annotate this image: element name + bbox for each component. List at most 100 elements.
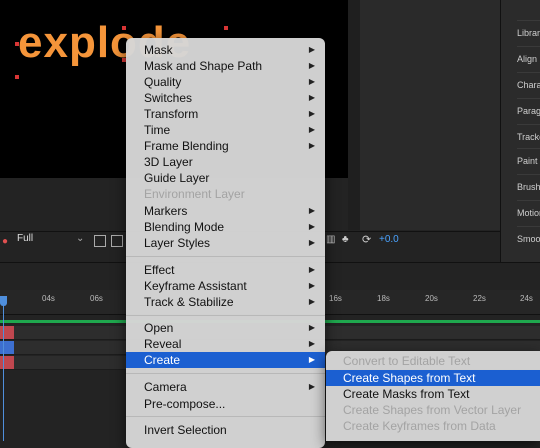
menu-item-label: Mask and Shape Path [144, 59, 263, 73]
selection-handle[interactable] [122, 26, 126, 30]
menu-separator [126, 373, 325, 374]
ruler-tick: 18s [377, 294, 390, 303]
menu-item-label: Guide Layer [144, 171, 210, 185]
menu-item-quality[interactable]: Quality ▶ [126, 74, 325, 90]
panel-smooth[interactable]: Smooth [517, 226, 540, 252]
viewer-scroll-gutter [348, 0, 360, 230]
menu-item-label: Layer Styles [144, 236, 211, 250]
color-channels-icon[interactable]: ● [2, 236, 8, 247]
menu-separator [126, 315, 325, 316]
submenu-arrow-icon: ▶ [308, 141, 315, 150]
menu-item-label: Frame Blending [144, 139, 229, 153]
submenu-arrow-icon: ▶ [308, 93, 315, 102]
submenu-arrow-icon: ▶ [308, 61, 315, 70]
transparency-grid-icon[interactable] [111, 235, 123, 247]
submenu-arrow-icon: ▶ [308, 355, 315, 364]
menu-item-label: Effect [144, 263, 175, 277]
menu-item-mask[interactable]: Mask ▶ [126, 42, 325, 58]
submenu-arrow-icon: ▶ [308, 297, 315, 306]
menu-item-reveal[interactable]: Reveal ▶ [126, 336, 325, 352]
menu-item-frame-blending[interactable]: Frame Blending ▶ [126, 138, 325, 154]
menu-item-label: Camera [144, 380, 187, 394]
ruler-tick: 20s [425, 294, 438, 303]
ruler-tick: 04s [42, 294, 55, 303]
menu-item-label: Track & Stabilize [144, 295, 234, 309]
menu-item-camera[interactable]: Camera ▶ [126, 379, 325, 395]
reset-exposure-icon[interactable]: ⟳ [362, 233, 371, 246]
submenu-item-label: Create Shapes from Vector Layer [343, 403, 522, 417]
menu-item-label: Time [144, 123, 171, 137]
submenu-item-create-shapes-from-vector-layer: Create Shapes from Vector Layer [326, 402, 540, 418]
menu-item-label: Reveal [144, 337, 182, 351]
comp-flowchart-icon[interactable]: ▥ [326, 234, 335, 245]
menu-item-effect[interactable]: Effect ▶ [126, 262, 325, 278]
submenu-item-create-masks-from-text[interactable]: Create Masks from Text [326, 386, 540, 402]
menu-item-time[interactable]: Time ▶ [126, 122, 325, 138]
menu-item-transform[interactable]: Transform ▶ [126, 106, 325, 122]
playhead-handle[interactable] [0, 296, 7, 306]
submenu-item-label: Create Keyframes from Data [343, 419, 496, 433]
submenu-arrow-icon: ▶ [308, 206, 315, 215]
menu-item-label: Blending Mode [144, 220, 225, 234]
menu-item-environment-layer: Environment Layer [126, 186, 325, 202]
panel-paint[interactable]: Paint [517, 148, 540, 174]
menu-item-keyframe-assistant[interactable]: Keyframe Assistant ▶ [126, 278, 325, 294]
submenu-arrow-icon: ▶ [308, 222, 315, 231]
selection-handle[interactable] [224, 26, 228, 30]
network-icon[interactable]: ♣ [342, 234, 349, 245]
menu-item-label: Markers [144, 204, 188, 218]
menu-item-invert-selection[interactable]: Invert Selection [126, 422, 325, 438]
panel-motion[interactable]: Motion [517, 200, 540, 226]
menu-separator [126, 256, 325, 257]
submenu-arrow-icon: ▶ [308, 323, 315, 332]
menu-item-layer-styles[interactable]: Layer Styles ▶ [126, 235, 325, 251]
menu-item-label: Keyframe Assistant [144, 279, 247, 293]
submenu-item-label: Create Shapes from Text [343, 371, 476, 385]
menu-item-guide-layer[interactable]: Guide Layer [126, 170, 325, 186]
submenu-item-convert-to-editable-text: Convert to Editable Text [326, 353, 540, 369]
playhead[interactable] [3, 296, 4, 441]
submenu-item-create-shapes-from-text[interactable]: Create Shapes from Text [326, 370, 540, 386]
menu-item-label: 3D Layer [144, 155, 193, 169]
menu-item-switches[interactable]: Switches ▶ [126, 90, 325, 106]
submenu-arrow-icon: ▶ [308, 339, 315, 348]
menu-item-create[interactable]: Create ▶ [126, 352, 325, 368]
menu-item-mask-and-shape-path[interactable]: Mask and Shape Path ▶ [126, 58, 325, 74]
menu-item-label: Mask [144, 43, 173, 57]
menu-item-markers[interactable]: Markers ▶ [126, 203, 325, 219]
ruler-tick: 16s [329, 294, 342, 303]
submenu-item-label: Convert to Editable Text [343, 354, 471, 368]
submenu-arrow-icon: ▶ [308, 45, 315, 54]
submenu-arrow-icon: ▶ [308, 109, 315, 118]
ruler-tick: 06s [90, 294, 103, 303]
submenu-item-label: Create Masks from Text [343, 387, 470, 401]
submenu-arrow-icon: ▶ [308, 281, 315, 290]
panel-libraries[interactable]: Libraries [517, 20, 540, 46]
panel-paragraph[interactable]: Paragraph [517, 98, 540, 124]
region-of-interest-icon[interactable] [94, 235, 106, 247]
panel-tracker[interactable]: Tracker [517, 124, 540, 150]
menu-item-label: Environment Layer [144, 187, 245, 201]
exposure-value[interactable]: +0.0 [379, 234, 399, 245]
menu-item-blending-mode[interactable]: Blending Mode ▶ [126, 219, 325, 235]
menu-item-track-stabilize[interactable]: Track & Stabilize ▶ [126, 294, 325, 310]
selection-handle[interactable] [15, 75, 19, 79]
resolution-select[interactable]: Full [17, 233, 33, 244]
ruler-tick: 24s [520, 294, 533, 303]
selection-handle[interactable] [15, 42, 19, 46]
panel-brushes[interactable]: Brushes [517, 174, 540, 200]
panel-align[interactable]: Align [517, 46, 540, 72]
submenu-arrow-icon: ▶ [308, 238, 315, 247]
viewer-pasteboard [360, 0, 500, 230]
menu-item-open[interactable]: Open ▶ [126, 320, 325, 336]
panel-character[interactable]: Character [517, 72, 540, 98]
submenu-arrow-icon: ▶ [308, 77, 315, 86]
right-panel: Libraries Align Character Paragraph Trac… [500, 0, 540, 262]
menu-separator [126, 416, 325, 417]
menu-item-label: Switches [144, 91, 193, 105]
menu-item-pre-compose[interactable]: Pre-compose... [126, 396, 325, 412]
chevron-down-icon[interactable]: ⌄ [76, 233, 84, 244]
menu-item-3d-layer[interactable]: 3D Layer [126, 154, 325, 170]
menu-item-label: Transform [144, 107, 199, 121]
submenu-item-create-keyframes-from-data: Create Keyframes from Data [326, 418, 540, 434]
